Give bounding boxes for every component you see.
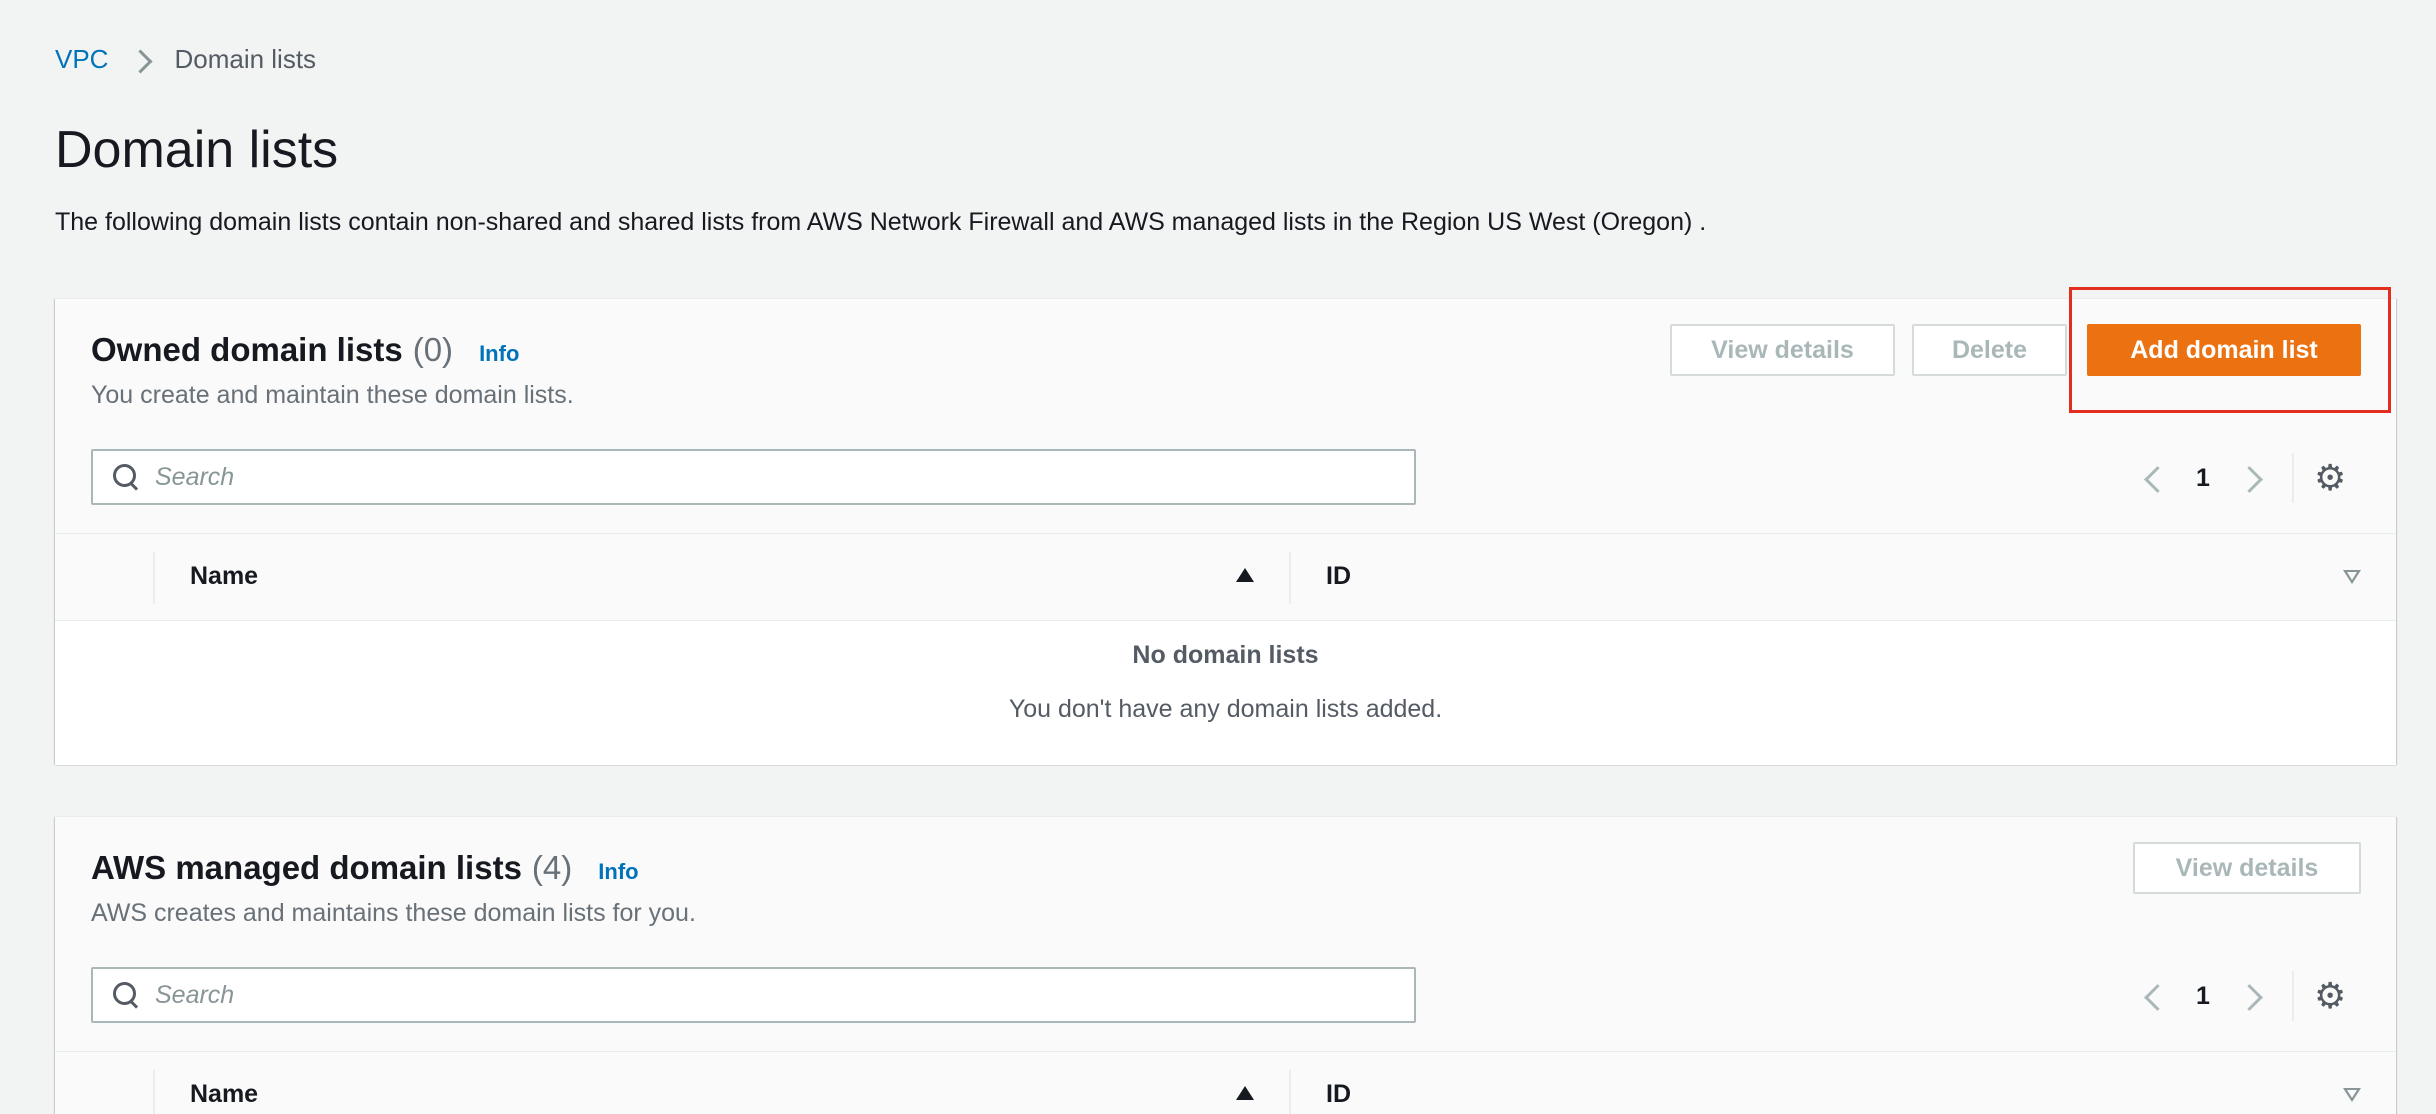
gear-icon[interactable]: ⚙ [2314, 978, 2346, 1014]
column-divider [153, 1070, 155, 1114]
empty-state-title: No domain lists [1132, 641, 1319, 669]
managed-search-box[interactable] [91, 967, 1416, 1023]
column-divider [153, 552, 155, 604]
page: VPC Domain lists Domain lists The follow… [0, 0, 2436, 1114]
owned-panel-subtitle: You create and maintain these domain lis… [91, 381, 574, 409]
managed-panel-count: (4) [531, 849, 573, 886]
sort-ascending-icon[interactable] [1236, 568, 1254, 582]
empty-state-description: You don't have any domain lists added. [1008, 695, 1443, 723]
chevron-right-icon [128, 45, 154, 75]
page-description: The following domain lists contain non-s… [55, 208, 1707, 236]
owned-delete-button[interactable]: Delete [1912, 324, 2067, 376]
breadcrumb-vpc-link[interactable]: VPC [55, 44, 108, 75]
owned-table-header: Name ID [55, 533, 2396, 621]
search-icon [111, 980, 141, 1010]
pager-divider [2292, 453, 2294, 503]
managed-panel-title: AWS managed domain lists [91, 849, 522, 886]
owned-panel-count: (0) [412, 331, 454, 368]
chevron-left-icon[interactable] [2138, 458, 2168, 498]
owned-panel-title: Owned domain lists [91, 331, 403, 368]
owned-info-link[interactable]: Info [479, 341, 519, 367]
managed-search-input[interactable] [155, 980, 1355, 1010]
owned-column-id[interactable]: ID [1326, 562, 1351, 591]
managed-view-details-button[interactable]: View details [2133, 842, 2361, 894]
managed-info-link[interactable]: Info [598, 859, 638, 885]
aws-managed-domain-lists-panel: AWS managed domain lists (4) Info AWS cr… [55, 816, 2396, 1114]
breadcrumb-current: Domain lists [174, 44, 317, 74]
managed-column-id[interactable]: ID [1326, 1080, 1351, 1109]
search-icon [111, 462, 141, 492]
owned-view-details-button[interactable]: View details [1670, 324, 1895, 376]
sort-descending-icon[interactable] [2343, 570, 2361, 584]
owned-pagination: 1 ⚙ [2138, 453, 2346, 503]
column-divider [1289, 552, 1291, 604]
owned-search-box[interactable] [91, 449, 1416, 505]
chevron-left-icon[interactable] [2138, 976, 2168, 1016]
owned-search-input[interactable] [155, 462, 1355, 492]
page-title: Domain lists [55, 121, 339, 179]
managed-column-name[interactable]: Name [190, 1080, 258, 1109]
highlight-box [2069, 287, 2391, 413]
managed-pagination: 1 ⚙ [2138, 971, 2346, 1021]
owned-panel-heading: Owned domain lists (0) Info [91, 331, 519, 369]
chevron-right-icon[interactable] [2238, 976, 2268, 1016]
sort-descending-icon[interactable] [2343, 1088, 2361, 1102]
owned-domain-lists-panel: Owned domain lists (0) Info You create a… [55, 287, 2396, 765]
owned-column-name[interactable]: Name [190, 562, 258, 591]
chevron-right-icon[interactable] [2238, 458, 2268, 498]
breadcrumb: VPC Domain lists [55, 44, 316, 75]
owned-page-number[interactable]: 1 [2168, 464, 2238, 493]
managed-page-number[interactable]: 1 [2168, 982, 2238, 1011]
managed-panel-heading: AWS managed domain lists (4) Info [91, 849, 639, 887]
owned-table-body: No domain lists You don't have any domai… [55, 621, 2396, 765]
managed-panel-subtitle: AWS creates and maintains these domain l… [91, 899, 696, 927]
sort-ascending-icon[interactable] [1236, 1086, 1254, 1100]
pager-divider [2292, 971, 2294, 1021]
gear-icon[interactable]: ⚙ [2314, 460, 2346, 496]
column-divider [1289, 1070, 1291, 1114]
managed-table-header: Name ID [55, 1051, 2396, 1114]
